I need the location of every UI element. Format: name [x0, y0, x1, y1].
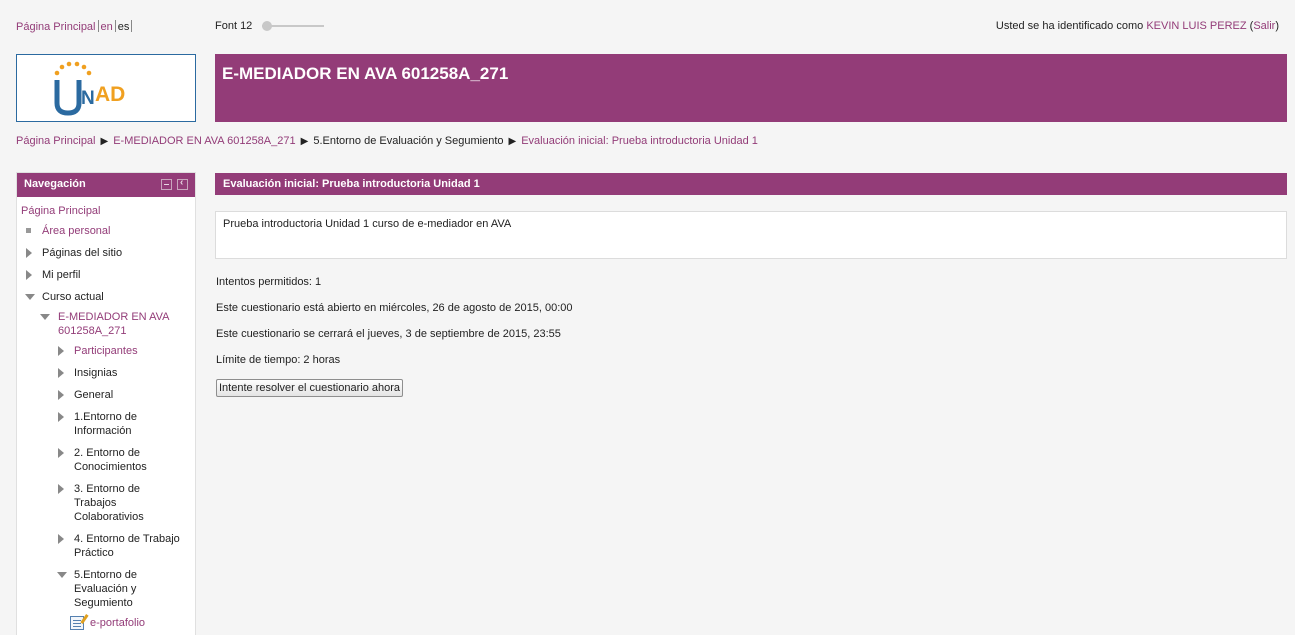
font-size-label: Font 12 [215, 20, 253, 32]
navigation-header: Navegación [17, 173, 195, 197]
logout-link[interactable]: Salir [1253, 20, 1275, 32]
breadcrumb-arrow-icon: ▶ [508, 136, 517, 147]
slider-knob[interactable] [262, 21, 272, 31]
breadcrumb-section[interactable]: 5.Entorno de Evaluación y Segumiento [313, 135, 503, 147]
collapse-block-icon[interactable] [161, 179, 172, 190]
logo-letter-u [54, 80, 82, 116]
quiz-close-date: Este cuestionario se cerrará el jueves, … [216, 328, 561, 340]
home-link[interactable]: Página Principal [16, 21, 96, 33]
quiz-intro-box: Prueba introductoria Unidad 1 curso de e… [215, 211, 1287, 259]
time-limit: Límite de tiempo: 2 horas [216, 354, 341, 366]
course-title: E-MEDIADOR EN AVA 601258A_271 [222, 64, 509, 83]
course-banner: E-MEDIADOR EN AVA 601258A_271 [215, 54, 1287, 122]
collapse-arrow-icon[interactable] [40, 314, 50, 320]
nav-section-3-line3: Colaborativios [74, 511, 144, 523]
breadcrumb-home[interactable]: Página Principal [16, 135, 96, 147]
nav-my-profile[interactable]: Mi perfil [42, 268, 81, 282]
dock-block-icon[interactable] [177, 177, 188, 190]
expand-arrow-icon[interactable] [58, 484, 64, 494]
navigation-block: Navegación Página Principal Área persona… [16, 172, 196, 635]
nav-section-5-line3: Segumiento [74, 597, 133, 609]
breadcrumb-arrow-icon: ▶ [100, 136, 109, 147]
logo-letter-n: N [81, 88, 95, 109]
quiz-heading: Evaluación inicial: Prueba introductoria… [215, 173, 1287, 195]
quiz-intro-text: Prueba introductoria Unidad 1 curso de e… [223, 218, 512, 230]
bullet-icon [26, 228, 31, 233]
logo[interactable]: N AD [16, 54, 196, 122]
logout-paren-close: ) [1275, 20, 1279, 32]
nav-area-personal[interactable]: Área personal [42, 224, 111, 238]
navigation-title: Navegación [24, 178, 86, 190]
attempt-quiz-button[interactable]: Intente resolver el cuestionario ahora [216, 379, 403, 397]
expand-arrow-icon[interactable] [58, 390, 64, 400]
top-bar: Página Principal en es Font 12 Usted se ha… [16, 20, 1279, 36]
font-size-control: Font 12 [215, 20, 324, 32]
nav-section-2-line2: Conocimientos [74, 461, 147, 473]
expand-arrow-icon[interactable] [58, 368, 64, 378]
login-info: Usted se ha identificado como KEVIN LUIS… [996, 20, 1279, 32]
separator [131, 20, 133, 32]
lang-es-current: es [117, 21, 130, 33]
nav-course-line2: 601258A_271 [58, 325, 127, 337]
nav-current-course[interactable]: Curso actual [42, 290, 104, 304]
nav-site-pages[interactable]: Páginas del sitio [42, 246, 122, 260]
nav-section-5-line1: 5.Entorno de [74, 569, 137, 581]
nav-section-4-line2: Práctico [74, 547, 114, 559]
nav-eportfolio[interactable]: e-portafolio [90, 616, 145, 630]
collapse-arrow-icon[interactable] [57, 572, 67, 578]
expand-arrow-icon[interactable] [26, 270, 32, 280]
separator [114, 20, 116, 32]
nav-section-3-line2: Trabajos [74, 497, 117, 509]
font-size-slider[interactable] [262, 21, 324, 31]
nav-section-3-line1: 3. Entorno de [74, 483, 141, 495]
nav-section-5[interactable]: 5.Entorno de Evaluación y Segumiento [74, 568, 137, 610]
language-menu: Página Principal en es [16, 20, 134, 33]
nav-course-line1: E-MEDIADOR EN AVA [58, 311, 170, 323]
nav-general[interactable]: General [74, 388, 113, 402]
breadcrumb-arrow-icon: ▶ [300, 136, 309, 147]
nav-section-5-line2: Evaluación y [74, 583, 137, 595]
unad-logo-icon: N AD [54, 61, 125, 116]
expand-arrow-icon[interactable] [58, 534, 64, 544]
nav-section-1-line2: Información [74, 425, 132, 437]
expand-arrow-icon[interactable] [58, 448, 64, 458]
breadcrumb-quiz[interactable]: Evaluación inicial: Prueba introductoria… [521, 135, 758, 147]
nav-home-link[interactable]: Página Principal [21, 204, 101, 218]
assignment-icon [70, 616, 84, 630]
attempts-allowed: Intentos permitidos: 1 [216, 276, 322, 288]
nav-section-4-line1: 4. Entorno de Trabajo [74, 533, 180, 545]
nav-course-link[interactable]: E-MEDIADOR EN AVA 601258A_271 [58, 310, 169, 338]
expand-arrow-icon[interactable] [58, 412, 64, 422]
nav-section-3[interactable]: 3. Entorno de Trabajos Colaborativios [74, 482, 144, 524]
nav-section-2[interactable]: 2. Entorno de Conocimientos [74, 446, 147, 474]
login-prefix: Usted se ha identificado como [995, 20, 1147, 32]
nav-badges[interactable]: Insignias [74, 366, 117, 380]
breadcrumb: Página Principal ▶ E-MEDIADOR EN AVA 60125… [16, 135, 758, 147]
nav-section-1-line1: 1.Entorno de [74, 411, 137, 423]
lang-en-link[interactable]: en [101, 21, 113, 33]
breadcrumb-course[interactable]: E-MEDIADOR EN AVA 601258A_271 [113, 135, 295, 147]
nav-section-1[interactable]: 1.Entorno de Información [74, 410, 137, 438]
quiz-open-date: Este cuestionario está abierto en miérco… [216, 302, 573, 314]
user-name-link[interactable]: KEVIN LUIS PEREZ [1146, 20, 1246, 32]
collapse-arrow-icon[interactable] [25, 294, 35, 300]
nav-section-4[interactable]: 4. Entorno de Trabajo Práctico [74, 532, 180, 560]
logo-dots [54, 61, 92, 76]
logo-letters-ad: AD [95, 83, 125, 106]
nav-participants[interactable]: Participantes [74, 344, 138, 358]
nav-section-2-line1: 2. Entorno de [74, 447, 141, 459]
separator [97, 20, 99, 32]
expand-arrow-icon[interactable] [58, 346, 64, 356]
expand-arrow-icon[interactable] [26, 248, 32, 258]
